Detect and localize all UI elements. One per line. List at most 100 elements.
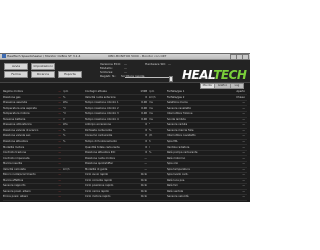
table-cell: Relè luce pos. xyxy=(167,178,186,182)
table-cell: h xyxy=(149,139,151,143)
table-cell: Posizione attuatore IDC xyxy=(85,151,116,155)
app-window: HealTech Speedohealer / Monitor OxBox ST… xyxy=(0,53,250,202)
hardware-sn-value: — xyxy=(168,62,171,66)
table-cell: — xyxy=(242,151,245,155)
table-cell: Regime motore xyxy=(3,90,23,93)
table-cell: Spia MIL xyxy=(167,139,178,143)
table-cell: km/h xyxy=(63,167,70,171)
table-cell: Posizione attuatore xyxy=(3,139,28,143)
table-cell: Ciclo xyxy=(140,184,147,188)
table-cell: 0.00 xyxy=(141,112,147,116)
table-cell: Sonda lambda xyxy=(167,117,186,121)
stop-button[interactable]: Ferma xyxy=(4,71,28,78)
table-cell: Tempo iniezione cilindro 1 xyxy=(85,101,119,105)
table-cell: 0 xyxy=(145,151,147,155)
table-cell: Velocità ruota anteriore xyxy=(85,95,116,99)
hardware-sn-label: Hardware SN: xyxy=(145,62,166,66)
table-cell: l/h xyxy=(149,134,153,138)
table-cell: Sensore rapporto xyxy=(3,184,26,188)
sample-rate-slider[interactable] xyxy=(125,75,174,82)
slider-handle[interactable] xyxy=(169,75,174,82)
table-cell: % xyxy=(149,151,152,155)
table-cell: Controllo trazione xyxy=(3,151,27,155)
export-button[interactable]: Esporta xyxy=(58,71,82,78)
table-cell: Sensore cavalletto xyxy=(167,106,192,110)
table-cell: — xyxy=(242,184,245,188)
table-cell: Aperto xyxy=(236,90,245,93)
table-cell: — xyxy=(58,101,61,105)
table-cell: — xyxy=(242,162,245,166)
table-cell: Posizione quickshifter xyxy=(85,162,114,166)
toolbar: Avvia Impostazioni Ferma Ricarica Esport… xyxy=(0,60,250,83)
table-cell: — xyxy=(242,189,245,193)
window-title: HealTech Speedohealer / Monitor OxBox ST… xyxy=(7,54,81,58)
settings-button[interactable]: Impostazioni xyxy=(31,63,55,70)
table-cell: Chiuso xyxy=(236,95,245,99)
table-cell: — xyxy=(58,123,61,127)
table-cell: 0 xyxy=(145,95,147,99)
table-cell: Ciclo xyxy=(140,189,147,193)
table-row: Errore posiz. albero — Ciclo motore rapido… xyxy=(3,194,247,201)
table-cell: Ciclo avvio rapido xyxy=(85,173,109,177)
table-cell: — xyxy=(58,162,61,166)
table-cell: 0 xyxy=(145,145,147,149)
table-cell: 0 xyxy=(145,123,147,127)
table-cell: — xyxy=(58,184,61,188)
table-cell: Pressione assoluta xyxy=(3,101,28,105)
table-cell: Blocco ruota/scorrimento xyxy=(3,173,36,177)
table-cell: — xyxy=(242,106,245,110)
table-cell: Temperatura aria aspirata xyxy=(3,106,37,110)
table-cell: — xyxy=(58,117,61,121)
table-cell: — xyxy=(58,189,61,193)
logo-tech-text: TECH xyxy=(213,68,247,82)
table-cell: Anticipo accensione xyxy=(85,123,111,127)
table-cell: °C xyxy=(63,106,67,110)
table-cell: Marcia effettiva xyxy=(3,178,24,182)
table-cell: — xyxy=(242,173,245,177)
table-cell: Consumo carburante xyxy=(85,134,113,138)
table-cell: % xyxy=(63,139,66,143)
table-cell: ms xyxy=(149,106,153,110)
reload-button[interactable]: Ricarica xyxy=(31,71,55,78)
table-cell: ms xyxy=(149,112,153,116)
table-cell: — xyxy=(58,95,61,99)
table-cell: 0 xyxy=(145,128,147,132)
table-cell: Spia livello carb. xyxy=(167,173,189,177)
table-cell: Marcia inserita xyxy=(3,162,23,166)
table-cell: — xyxy=(242,112,245,116)
table-cell: — xyxy=(242,195,245,199)
table-cell: Ventola radiatore xyxy=(167,145,190,149)
table-cell: — xyxy=(242,139,245,143)
table-cell: Tensione batteria xyxy=(3,117,26,121)
table-cell: % xyxy=(63,95,66,99)
table-cell: 0.00 xyxy=(141,101,147,105)
table-cell: — xyxy=(242,117,245,121)
table-cell: — xyxy=(242,156,245,160)
start-button[interactable]: Avvia xyxy=(4,63,28,70)
table-cell: Farfalla/gas 1 xyxy=(167,90,185,93)
table-cell: V xyxy=(63,117,65,121)
table-cell: Modalità di guida xyxy=(85,167,108,171)
table-cell: — xyxy=(242,134,245,138)
table-cell: — xyxy=(58,128,61,132)
table-cell: Contagiri attuale xyxy=(85,90,107,93)
table-cell: — xyxy=(58,167,61,171)
table-cell: % xyxy=(63,134,66,138)
table-cell: Ciclo motore rapido xyxy=(85,195,111,199)
table-cell: Richiesta carburante xyxy=(85,128,112,132)
table-cell: Interruttore frizione xyxy=(167,112,193,116)
table-cell: 0.00 xyxy=(141,106,147,110)
table-cell: l xyxy=(149,145,150,149)
table-cell: 1308 xyxy=(140,90,147,93)
table-cell: — xyxy=(58,173,61,177)
table-cell: Relè motorino xyxy=(167,156,186,160)
table-cell: Relè fari xyxy=(167,184,178,188)
table-cell: kPa xyxy=(63,101,68,105)
table-cell: Farfalla/gas 2 xyxy=(167,95,185,99)
table-cell: — xyxy=(58,145,61,149)
table-cell: Sensore posiz. albero xyxy=(3,189,31,193)
table-cell: — xyxy=(58,178,61,182)
sensor-table: Regime motore — rpm Contagiri attuale 1308 rp… xyxy=(3,89,247,201)
window-subtitle: OBD-MONITOR 5000 - Monitor con OKT xyxy=(108,54,167,58)
table-cell: — xyxy=(58,106,61,110)
